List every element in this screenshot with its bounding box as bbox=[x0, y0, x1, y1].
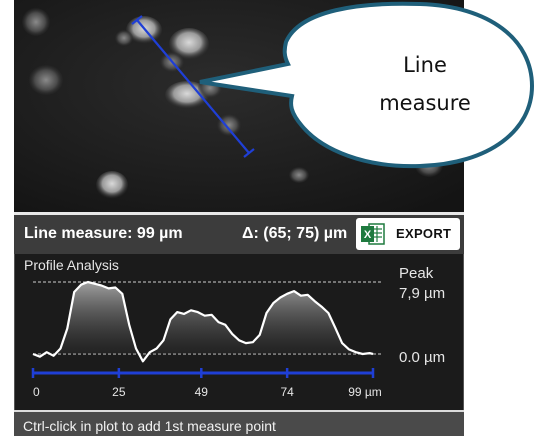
microscope-image[interactable] bbox=[14, 0, 464, 212]
profile-title: Profile Analysis bbox=[24, 257, 119, 273]
peak-label: Peak bbox=[399, 265, 434, 282]
x-axis-tick-label: 49 bbox=[195, 385, 209, 399]
excel-icon: X bbox=[361, 223, 385, 245]
profile-chart[interactable]: Profile Analysis Peak 7,9 µm 0.0 µm 0 25 4… bbox=[15, 254, 465, 410]
line-measure-value: Line measure: 99 µm bbox=[24, 225, 183, 242]
x-axis-tick-label: 74 bbox=[280, 385, 294, 399]
profile-area bbox=[33, 282, 373, 362]
profile-analysis-panel[interactable]: Profile Analysis Peak 7,9 µm 0.0 µm 0 25 4… bbox=[14, 254, 464, 410]
x-axis-tick-label: 25 bbox=[112, 385, 126, 399]
status-bar: Ctrl-click in plot to add 1st measure po… bbox=[14, 410, 464, 436]
measure-bar: Line measure: 99 µm Δ: (65; 75) µm X EXP… bbox=[14, 212, 464, 254]
baseline-label: 0.0 µm bbox=[399, 349, 445, 366]
app-root: Line measure Line measure: 99 µm Δ: (65;… bbox=[0, 0, 537, 438]
export-label: EXPORT bbox=[396, 226, 452, 241]
microscope-canvas[interactable] bbox=[14, 0, 464, 212]
svg-text:X: X bbox=[364, 229, 372, 241]
x-axis-tick-label: 0 bbox=[33, 385, 40, 399]
export-button[interactable]: X EXPORT bbox=[356, 218, 460, 250]
peak-value: 7,9 µm bbox=[399, 285, 445, 302]
x-axis-tick-label: 99 µm bbox=[348, 385, 382, 399]
delta-value: Δ: (65; 75) µm bbox=[242, 225, 348, 242]
